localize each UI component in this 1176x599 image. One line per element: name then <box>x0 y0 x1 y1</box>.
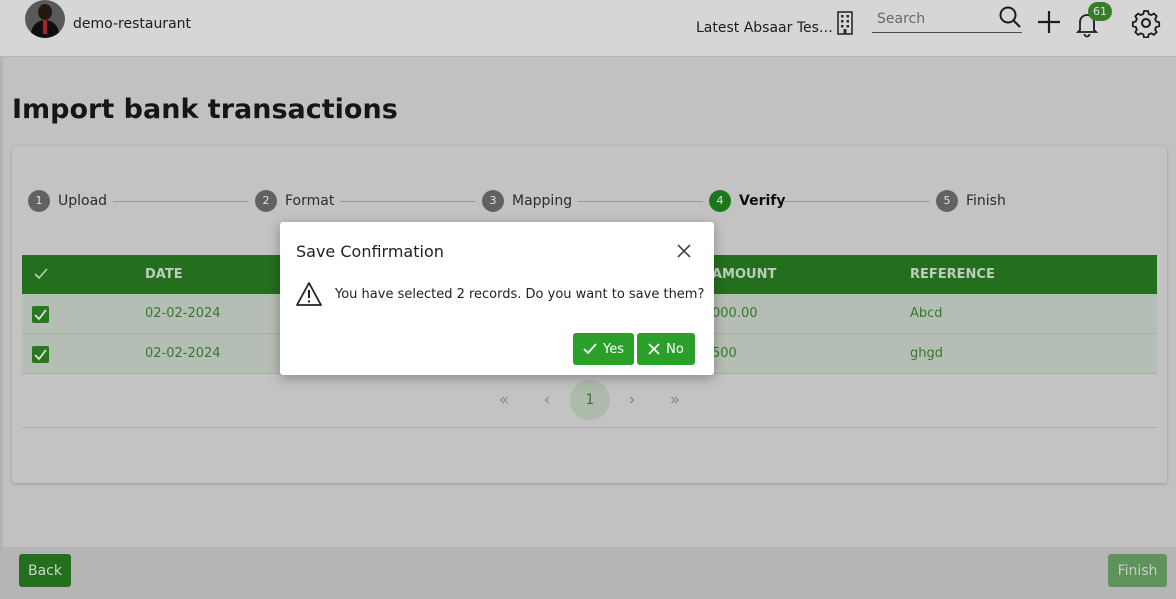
no-button[interactable]: No <box>637 333 695 365</box>
dialog-title: Save Confirmation <box>296 242 444 261</box>
close-icon[interactable] <box>676 243 692 259</box>
yes-label: Yes <box>603 341 624 357</box>
x-icon <box>648 343 660 355</box>
check-icon <box>583 343 597 355</box>
yes-button[interactable]: Yes <box>573 333 634 365</box>
save-confirmation-dialog: Save Confirmation You have selected 2 re… <box>280 222 714 375</box>
dialog-message: You have selected 2 records. Do you want… <box>335 287 705 302</box>
warning-icon <box>296 282 322 306</box>
no-label: No <box>666 341 684 357</box>
